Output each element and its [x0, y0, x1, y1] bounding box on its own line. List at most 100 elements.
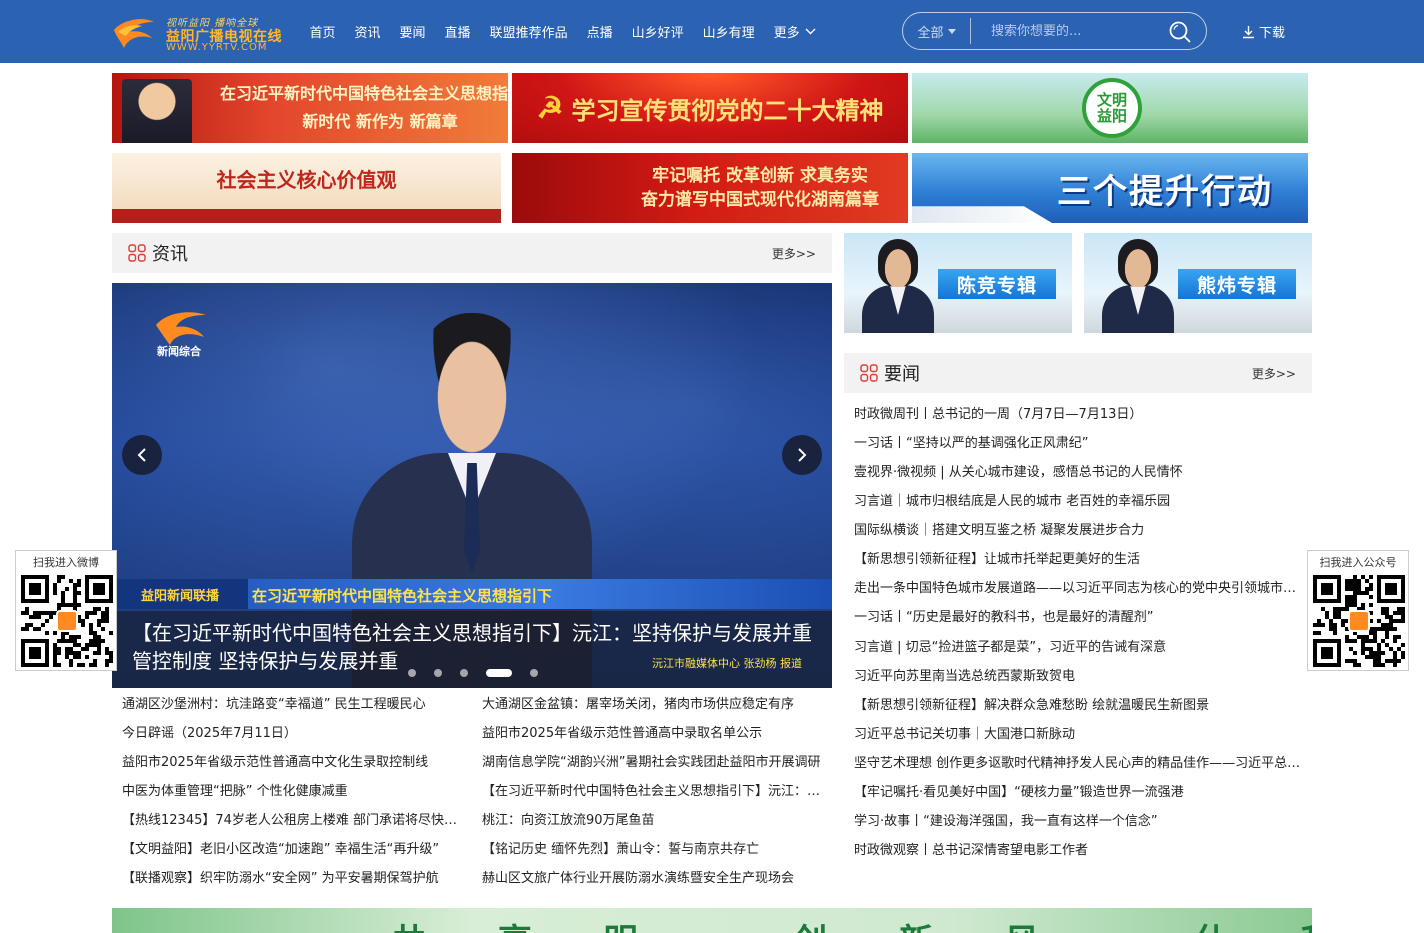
- search-input[interactable]: [991, 23, 1161, 39]
- weibo-qr-float[interactable]: 扫我进入微博: [15, 550, 117, 671]
- chevron-right-icon: [798, 448, 807, 462]
- caret-down-icon: [947, 28, 956, 34]
- party-emblem-icon: ☭: [536, 90, 564, 126]
- column-label: 熊炜专辑: [1178, 269, 1296, 299]
- banner-xi-thought[interactable]: 在习近平新时代中国特色社会主义思想指引下新时代 新作为 新篇章: [112, 73, 508, 143]
- carousel-dots: [408, 669, 556, 677]
- nav-item-shanxiang-reason[interactable]: 山乡有理: [703, 22, 755, 41]
- news-more-link[interactable]: 更多>>: [772, 245, 816, 262]
- list-item[interactable]: 坚守艺术理想 创作更多讴歌时代精神抒发人民心声的精品佳作——习近平总书记的重要回…: [854, 751, 1308, 780]
- news-list-left: 通湖区沙堡洲村：坑洼路变“幸福道” 民生工程暖民心 今日辟谣（2025年7月11…: [122, 692, 467, 895]
- list-item[interactable]: 壹视界·微视频 | 从关心城市建设，感悟总书记的人民情怀: [854, 460, 1308, 489]
- list-item[interactable]: 今日辟谣（2025年7月11日）: [122, 721, 467, 750]
- list-item[interactable]: 【铭记历史 缅怀先烈】萧山令：誓与南京共存亡: [482, 837, 827, 866]
- list-item[interactable]: 【新思想引领新征程】解决群众急难愁盼 绘就温暖民生新图景: [854, 693, 1308, 722]
- list-item[interactable]: 大通湖区金盆镇：屠宰场关闭，猪肉市场供应稳定有序: [482, 692, 827, 721]
- list-item[interactable]: 习近平向苏里南当选总统西蒙斯致贺电: [854, 664, 1308, 693]
- banner-twentieth-congress-text: 学习宣传贯彻党的二十大精神: [571, 95, 884, 125]
- banner-xi-thought-line2: 新时代 新作为 新篇章: [302, 112, 458, 131]
- headlines-more-link[interactable]: 更多>>: [1252, 365, 1296, 382]
- nav-item-alliance[interactable]: 联盟推荐作品: [490, 22, 568, 41]
- nav-more-menu[interactable]: 更多: [774, 22, 816, 41]
- list-item[interactable]: 益阳市2025年省级示范性普通高中录取名单公示: [482, 721, 827, 750]
- list-item[interactable]: 习言道 | 切忌“捡进篮子都是菜”，习近平的告诫有深意: [854, 635, 1308, 664]
- banner-three-upgrades[interactable]: 三个提升行动: [912, 153, 1308, 223]
- headlines-section-header: 要闻 更多>>: [844, 353, 1312, 393]
- carousel-credit: 沅江市融媒体中心 张劲杨 报道: [652, 657, 802, 670]
- nav-more-label: 更多: [773, 26, 800, 41]
- list-item[interactable]: 国际纵横谈｜搭建文明互鉴之桥 凝聚发展进步合力: [854, 518, 1308, 547]
- list-item[interactable]: 习言道｜城市归根结底是人民的城市 老百姓的幸福乐园: [854, 489, 1308, 518]
- list-item[interactable]: 一习话丨“坚持以严的基调强化正风肃纪”: [854, 431, 1308, 460]
- nav-item-live[interactable]: 直播: [445, 22, 471, 41]
- banner-twentieth-congress[interactable]: ☭ 学习宣传贯彻党的二十大精神: [512, 73, 908, 143]
- badge-text: 文明 益阳: [1097, 92, 1127, 124]
- banner-three-upgrades-text: 三个提升行动: [1057, 171, 1273, 212]
- badge-line2: 益阳: [1096, 107, 1127, 125]
- list-item[interactable]: 时政微观察丨总书记深情寄望电影工作者: [854, 838, 1308, 867]
- official-portrait-image: [862, 239, 934, 333]
- search-scope-label: 全部: [917, 25, 944, 41]
- weibo-qr-title: 扫我进入微博: [33, 556, 99, 569]
- column-feature-xiongwei[interactable]: 熊炜专辑: [1084, 233, 1312, 333]
- nav-item-info[interactable]: 资讯: [355, 22, 381, 41]
- list-item[interactable]: 【文明益阳】老旧小区改造“加速跑” 幸福生活“再升级”: [122, 837, 467, 866]
- list-item[interactable]: 通湖区沙堡洲村：坑洼路变“幸福道” 民生工程暖民心: [122, 692, 467, 721]
- list-item[interactable]: 走出一条中国特色城市发展道路——以习近平同志为核心的党中央引领城市发展纪实: [854, 576, 1308, 605]
- nav-item-shanxiang-review[interactable]: 山乡好评: [632, 22, 684, 41]
- main-nav: 首页 资讯 要闻 直播 联盟推荐作品 点播 山乡好评 山乡有理 更多: [300, 0, 825, 63]
- bottom-banner[interactable]: 共 享 明 · 创 新 风 · 仕 我 你 起: [112, 908, 1312, 933]
- news-list-right: 大通湖区金盆镇：屠宰场关闭，猪肉市场供应稳定有序 益阳市2025年省级示范性普通…: [482, 692, 827, 895]
- download-icon: [1243, 25, 1254, 38]
- bottom-banner-text: 共 享 明 · 创 新 风 · 仕 我 你 起: [392, 914, 1312, 933]
- nav-item-headlines[interactable]: 要闻: [400, 22, 426, 41]
- list-item[interactable]: 学习·故事丨“建设海洋强国，我一直有这样一个信念”: [854, 809, 1308, 838]
- ticker-label: 益阳新闻联播: [112, 579, 248, 609]
- list-item[interactable]: 益阳市2025年省级示范性普通高中文化生录取控制线: [122, 750, 467, 779]
- search-icon[interactable]: [1168, 20, 1192, 44]
- search-scope-select[interactable]: 全部: [903, 18, 971, 44]
- top-header: 视听益阳 播响全球 益阳广播电视在线 WWW.YYRTV.COM 首页 资讯 要…: [0, 0, 1424, 63]
- nav-item-home[interactable]: 首页: [310, 22, 336, 41]
- list-item[interactable]: 湖南信息学院“湖韵兴洲”暑期社会实践团赴益阳市开展调研: [482, 750, 827, 779]
- site-logo[interactable]: 视听益阳 播响全球 益阳广播电视在线 WWW.YYRTV.COM: [112, 12, 282, 54]
- carousel-dot[interactable]: [530, 669, 538, 677]
- banner-core-values[interactable]: 社会主义核心价值观 富强 民主 文明 和谐 自由 平等 公正 法治 爱国 敬业 …: [112, 153, 501, 223]
- carousel-next-button[interactable]: [782, 435, 822, 475]
- wechat-qr-float[interactable]: 扫我进入公众号: [1307, 550, 1409, 671]
- list-item[interactable]: 【热线12345】74岁老人公租房上楼难 部门承诺将尽快解决: [122, 808, 467, 837]
- carousel-caption-line1: 【在习近平新时代中国特色社会主义思想指引下】沅江：坚持保护与发展并重: [132, 621, 812, 645]
- search-bar: 全部: [902, 12, 1207, 50]
- banner-civilized-yiyang[interactable]: 文明 益阳: [912, 73, 1308, 143]
- list-item[interactable]: 【在习近平新时代中国特色社会主义思想指引下】沅江：坚持保护与发展并重: [482, 779, 827, 808]
- channel-name: 新闻综合: [157, 345, 201, 358]
- list-item[interactable]: 中医为体重管理“把脉” 个性化健康减重: [122, 779, 467, 808]
- carousel-prev-button[interactable]: [122, 435, 162, 475]
- logo-url: WWW.YYRTV.COM: [166, 42, 268, 53]
- list-item[interactable]: 习近平总书记关切事｜大国港口新脉动: [854, 722, 1308, 751]
- carousel-dot[interactable]: [460, 669, 468, 677]
- grid-icon: [860, 364, 878, 382]
- list-item[interactable]: 【牢记嘱托·看见美好中国】“硬核力量”锻造世界一流强港: [854, 780, 1308, 809]
- banner-hunan-chapter[interactable]: 牢记嘱托 改革创新 求真务实 奋力谱写中国式现代化湖南篇章: [512, 153, 908, 223]
- news-carousel[interactable]: 新闻综合 益阳新闻联播 在习近平新时代中国特色社会主义思想指引下 【在习近平新时…: [112, 283, 832, 688]
- banner-xi-thought-line1: 在习近平新时代中国特色社会主义思想指引下: [220, 84, 508, 103]
- list-item[interactable]: 桃江：向资江放流90万尾鱼苗: [482, 808, 827, 837]
- carousel-dot[interactable]: [408, 669, 416, 677]
- chevron-down-icon: [805, 28, 816, 35]
- download-link[interactable]: 下载: [1242, 22, 1285, 41]
- download-label: 下载: [1259, 26, 1286, 41]
- column-feature-chenjing[interactable]: 陈竞专辑: [844, 233, 1072, 333]
- carousel-dot[interactable]: [486, 669, 512, 677]
- nav-item-vod[interactable]: 点播: [587, 22, 613, 41]
- banner-hunan-line1: 牢记嘱托 改革创新 求真务实: [652, 166, 868, 186]
- list-item[interactable]: 【新思想引领新征程】让城市托举起更美好的生活: [854, 547, 1308, 576]
- list-item[interactable]: 时政微周刊丨总书记的一周（7月7日—7月13日）: [854, 402, 1308, 431]
- carousel-dot[interactable]: [434, 669, 442, 677]
- list-item[interactable]: 【联播观察】织牢防溺水“安全网” 为平安暑期保驾护航: [122, 866, 467, 895]
- banner-core-values-list: 富强 民主 文明 和谐 自由 平等 公正 法治 爱国 敬业 诚信 友善: [124, 207, 434, 209]
- banner-hunan-line2: 奋力谱写中国式现代化湖南篇章: [641, 190, 879, 210]
- qr-code-icon: [1313, 575, 1405, 667]
- list-item[interactable]: 一习话丨“历史是最好的教科书，也是最好的清醒剂”: [854, 605, 1308, 634]
- list-item[interactable]: 赫山区文旅广体行业开展防溺水演练暨安全生产现场会: [482, 866, 827, 895]
